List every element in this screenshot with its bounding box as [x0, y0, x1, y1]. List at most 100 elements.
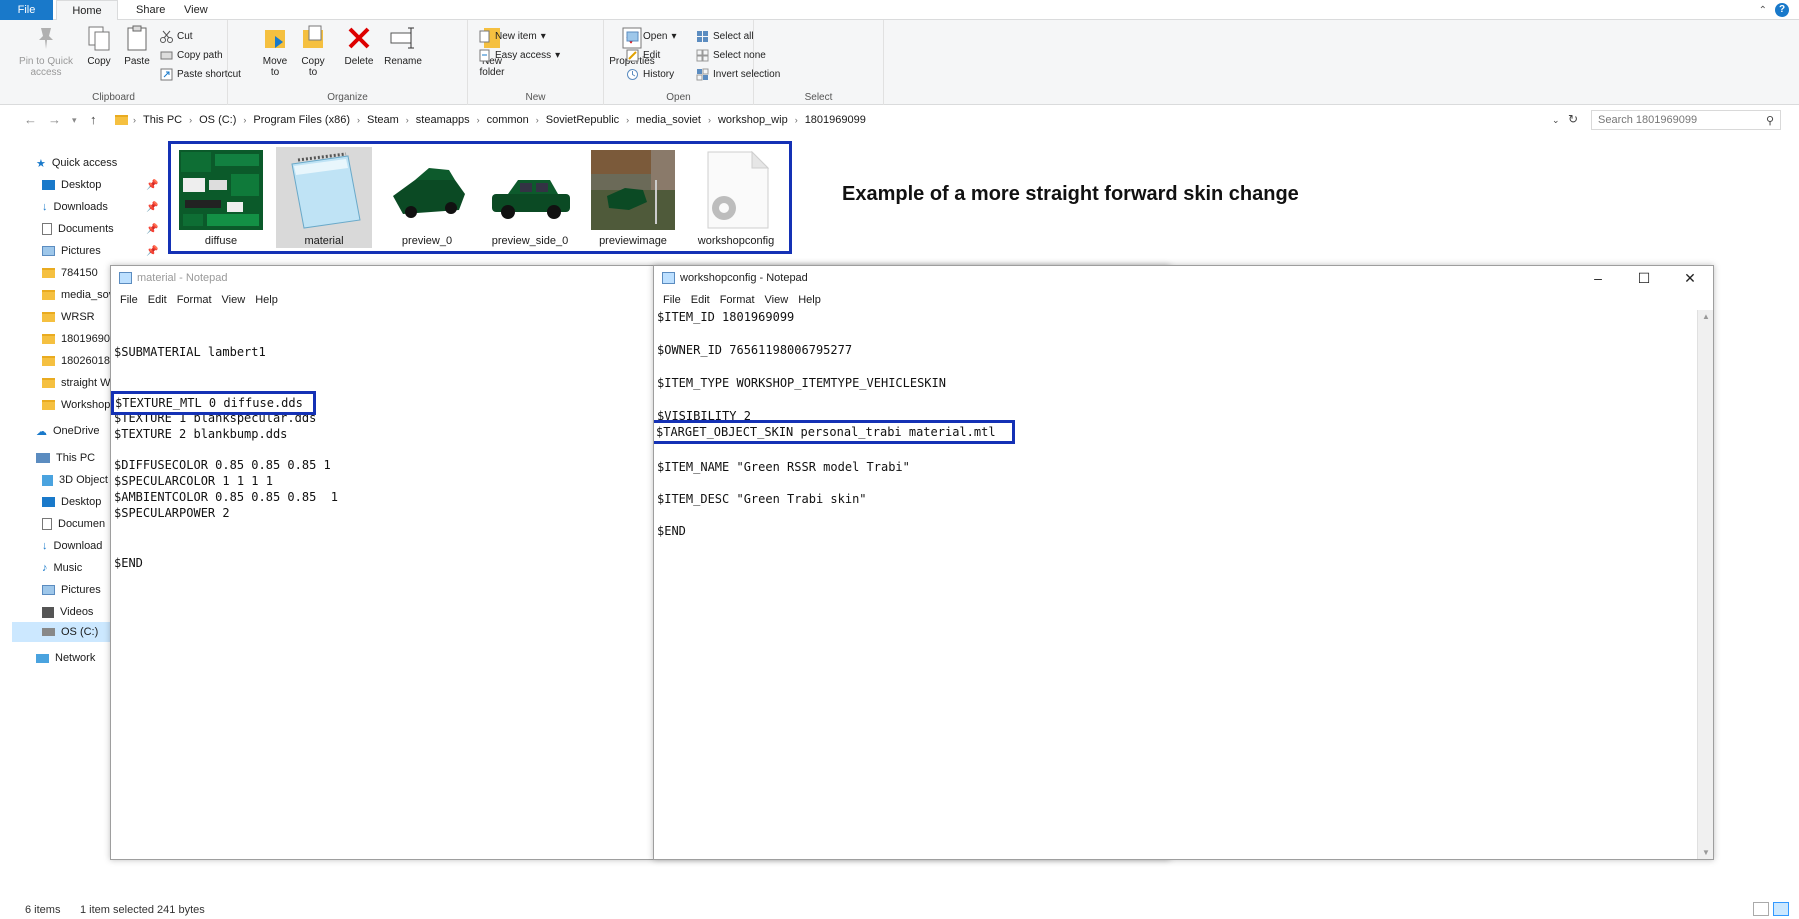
- organize-group: Move to Copy to Delete Rename Organize: [228, 20, 468, 105]
- nav-desktop[interactable]: Desktop: [42, 492, 112, 512]
- menu-file[interactable]: File: [658, 290, 686, 310]
- pin-icon[interactable]: 📌: [146, 224, 158, 235]
- menu-file[interactable]: File: [115, 290, 143, 310]
- close-icon[interactable]: ✕: [1667, 266, 1713, 290]
- breadcrumb-item[interactable]: Program Files (x86): [249, 114, 354, 126]
- large-icons-view-icon[interactable]: [1773, 902, 1789, 916]
- move-to-button[interactable]: Move to: [258, 24, 292, 78]
- file-material[interactable]: material: [276, 147, 372, 248]
- vertical-scrollbar[interactable]: ▲ ▼: [1697, 310, 1713, 859]
- search-input[interactable]: Search 1801969099 ⚲: [1591, 110, 1781, 130]
- nav-quick-access[interactable]: ★ Quick access: [36, 153, 126, 173]
- cut-button[interactable]: Cut: [160, 28, 193, 44]
- rename-button[interactable]: Rename: [382, 24, 424, 67]
- menu-edit[interactable]: Edit: [686, 290, 715, 310]
- nav-desktop[interactable]: Desktop: [42, 175, 126, 195]
- nav-folder[interactable]: straight W: [42, 373, 112, 393]
- file-preview-0[interactable]: preview_0: [379, 147, 475, 248]
- easy-access-button[interactable]: Easy access ▾: [478, 47, 560, 63]
- file-previewimage[interactable]: previewimage: [585, 147, 681, 248]
- copy-button[interactable]: Copy: [82, 24, 116, 67]
- details-view-icon[interactable]: [1753, 902, 1769, 916]
- help-icon[interactable]: ?: [1775, 3, 1789, 17]
- scroll-down-icon[interactable]: ▼: [1698, 848, 1714, 857]
- address-path[interactable]: › This PC › OS (C:) › Program Files (x86…: [112, 110, 1576, 130]
- nav-videos[interactable]: Videos: [42, 602, 112, 622]
- notepad-workshopconfig-window[interactable]: workshopconfig - Notepad – ☐ ✕ File Edit…: [653, 265, 1714, 860]
- new-item-button[interactable]: New item ▾: [478, 28, 546, 44]
- tab-view[interactable]: View: [172, 0, 220, 20]
- breadcrumb-item[interactable]: Steam: [363, 114, 403, 126]
- nav-folder[interactable]: Workshop: [42, 395, 112, 415]
- breadcrumb-item[interactable]: steamapps: [412, 114, 474, 126]
- breadcrumb-item[interactable]: workshop_wip: [714, 114, 792, 126]
- nav-documents[interactable]: Documents: [42, 219, 126, 239]
- refresh-icon[interactable]: ↻: [1568, 112, 1578, 126]
- menu-format[interactable]: Format: [715, 290, 760, 310]
- nav-label: Network: [55, 652, 96, 664]
- nav-music[interactable]: ♪ Music: [42, 558, 112, 578]
- menu-help[interactable]: Help: [250, 290, 283, 310]
- nav-folder[interactable]: 180260188: [42, 351, 112, 371]
- menu-view[interactable]: View: [760, 290, 794, 310]
- select-all-button[interactable]: Select all: [696, 28, 754, 44]
- breadcrumb-item[interactable]: 1801969099: [801, 114, 870, 126]
- scroll-up-icon[interactable]: ▲: [1698, 312, 1714, 321]
- minimize-icon[interactable]: –: [1575, 266, 1621, 290]
- tab-share[interactable]: Share: [124, 0, 177, 20]
- pin-icon[interactable]: 📌: [146, 202, 158, 213]
- nav-pictures[interactable]: Pictures: [42, 580, 112, 600]
- history-label: History: [643, 68, 675, 80]
- file-workshopconfig[interactable]: workshopconfig: [688, 147, 784, 248]
- open-button[interactable]: Open ▾: [626, 28, 677, 44]
- pin-icon[interactable]: 📌: [146, 246, 158, 257]
- nav-3d-objects[interactable]: 3D Object: [42, 470, 112, 490]
- nav-pictures[interactable]: Pictures: [42, 241, 126, 261]
- nav-documents[interactable]: Documen: [42, 514, 112, 534]
- copy-to-button[interactable]: Copy to: [296, 24, 330, 78]
- menu-help[interactable]: Help: [793, 290, 826, 310]
- nav-folder[interactable]: 784150: [42, 263, 112, 283]
- breadcrumb-item[interactable]: common: [483, 114, 533, 126]
- breadcrumb-item[interactable]: media_soviet: [632, 114, 705, 126]
- history-button[interactable]: History: [626, 66, 674, 82]
- pictures-icon: [42, 585, 55, 595]
- delete-button[interactable]: Delete: [340, 24, 378, 67]
- nav-this-pc[interactable]: This PC: [36, 448, 112, 468]
- breadcrumb-item[interactable]: OS (C:): [195, 114, 240, 126]
- menu-format[interactable]: Format: [172, 290, 217, 310]
- file-diffuse[interactable]: diffuse: [173, 147, 269, 248]
- tab-file[interactable]: File: [0, 0, 53, 20]
- nav-folder[interactable]: WRSR: [42, 307, 112, 327]
- menu-view[interactable]: View: [217, 290, 251, 310]
- select-none-button[interactable]: Select none: [696, 47, 766, 63]
- nav-network[interactable]: Network: [36, 648, 112, 668]
- paste-button[interactable]: Paste: [120, 24, 154, 67]
- copy-path-button[interactable]: Copy path: [160, 47, 223, 63]
- search-icon[interactable]: ⚲: [1766, 114, 1774, 127]
- tab-home[interactable]: Home: [56, 0, 118, 21]
- nav-downloads[interactable]: ↓ Download: [42, 536, 112, 556]
- edit-button[interactable]: Edit: [626, 47, 660, 63]
- collapse-ribbon-icon[interactable]: ⌃: [1759, 5, 1767, 16]
- recent-dropdown-icon[interactable]: ▾: [72, 115, 77, 126]
- nav-onedrive[interactable]: ☁ OneDrive: [36, 421, 112, 441]
- invert-selection-button[interactable]: Invert selection: [696, 66, 780, 82]
- file-preview-side-0[interactable]: preview_side_0: [482, 147, 578, 248]
- maximize-icon[interactable]: ☐: [1621, 266, 1667, 290]
- pin-icon[interactable]: 📌: [146, 180, 158, 191]
- breadcrumb-item[interactable]: SovietRepublic: [542, 114, 623, 126]
- back-arrow-icon[interactable]: ←: [24, 112, 37, 127]
- nav-folder[interactable]: 180196909: [42, 329, 112, 349]
- text-editor[interactable]: $ITEM_ID 1801969099 $OWNER_ID 7656119800…: [654, 310, 1697, 859]
- nav-folder[interactable]: media_sov: [42, 285, 112, 305]
- address-dropdown-icon[interactable]: ⌄: [1552, 115, 1560, 126]
- pin-quick-access-button[interactable]: Pin to Quick access: [14, 24, 78, 78]
- forward-arrow-icon[interactable]: →: [48, 112, 61, 127]
- menu-edit[interactable]: Edit: [143, 290, 172, 310]
- text-line: $SPECULARCOLOR 1 1 1 1: [114, 474, 273, 488]
- breadcrumb-item[interactable]: This PC: [139, 114, 186, 126]
- up-arrow-icon[interactable]: ↑: [90, 112, 97, 127]
- nav-downloads[interactable]: ↓ Downloads: [42, 197, 126, 217]
- nav-os-drive[interactable]: OS (C:): [12, 622, 112, 642]
